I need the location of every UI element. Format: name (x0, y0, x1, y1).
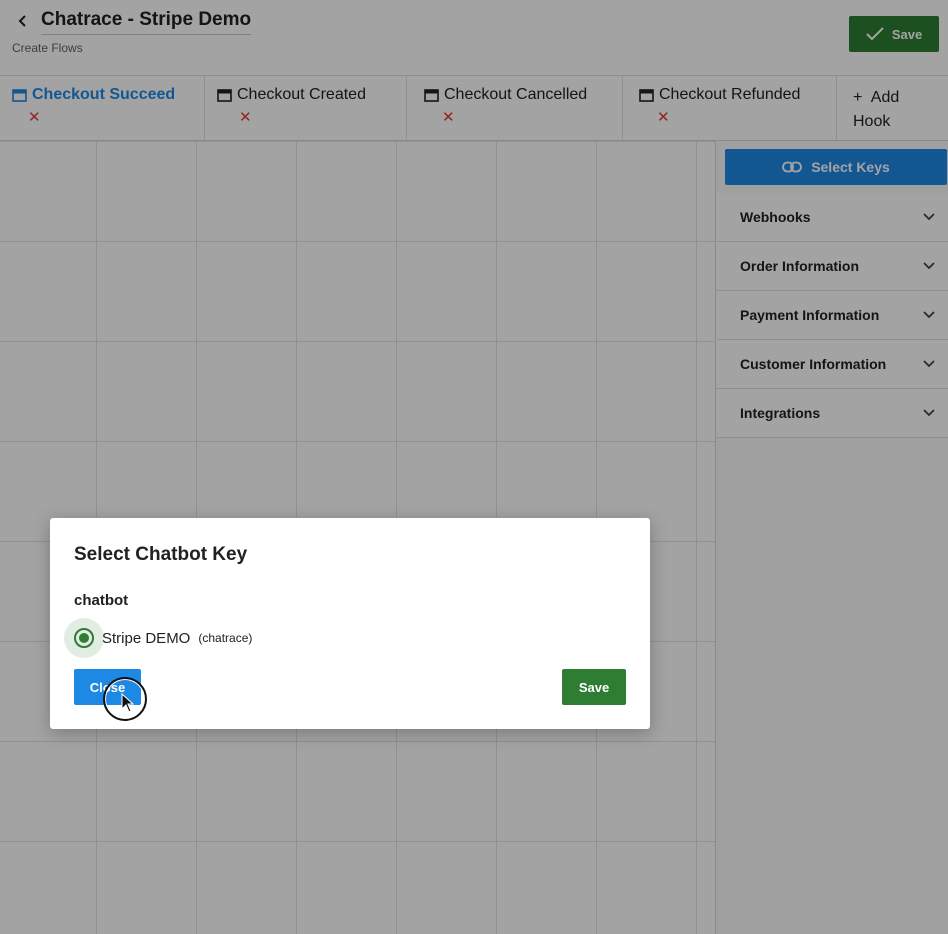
radio-halo (64, 618, 104, 658)
save-button[interactable]: Save (562, 669, 626, 705)
radio-group-label: chatbot (74, 592, 129, 609)
dialog-title: Select Chatbot Key (74, 544, 248, 565)
close-button[interactable]: Close (74, 669, 141, 705)
radio-option-label: Stripe DEMO (102, 629, 191, 647)
radio-button[interactable] (74, 628, 94, 648)
radio-selected-dot (79, 633, 89, 643)
modal-backdrop[interactable] (0, 0, 948, 934)
select-chatbot-key-dialog: Select Chatbot Key chatbot Stripe DEMO (… (50, 518, 650, 729)
radio-option-stripe-demo[interactable]: Stripe DEMO (chatrace) (64, 618, 252, 658)
radio-option-sublabel: (chatrace) (198, 631, 253, 645)
